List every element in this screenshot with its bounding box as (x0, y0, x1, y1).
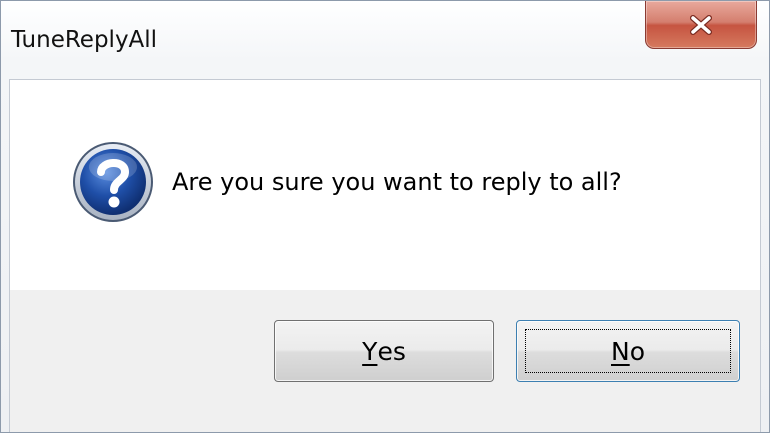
message-box-window: TuneReplyAll Are you sure you want to re… (0, 0, 770, 433)
title-bar[interactable]: TuneReplyAll (1, 1, 769, 79)
question-icon (73, 142, 153, 222)
no-access-key: N (611, 336, 630, 366)
no-label-rest: o (629, 336, 645, 366)
close-x-icon (690, 14, 712, 35)
yes-label-rest: es (377, 336, 406, 366)
no-button[interactable]: No (516, 320, 740, 382)
yes-access-key: Y (362, 336, 378, 366)
window-title: TuneReplyAll (11, 27, 158, 53)
message-area: Are you sure you want to reply to all? (10, 80, 760, 290)
close-button[interactable] (645, 1, 757, 49)
message-text: Are you sure you want to reply to all? (172, 168, 622, 196)
dialog-client-area: Are you sure you want to reply to all? Y… (9, 79, 761, 432)
yes-button[interactable]: Yes (274, 320, 494, 382)
